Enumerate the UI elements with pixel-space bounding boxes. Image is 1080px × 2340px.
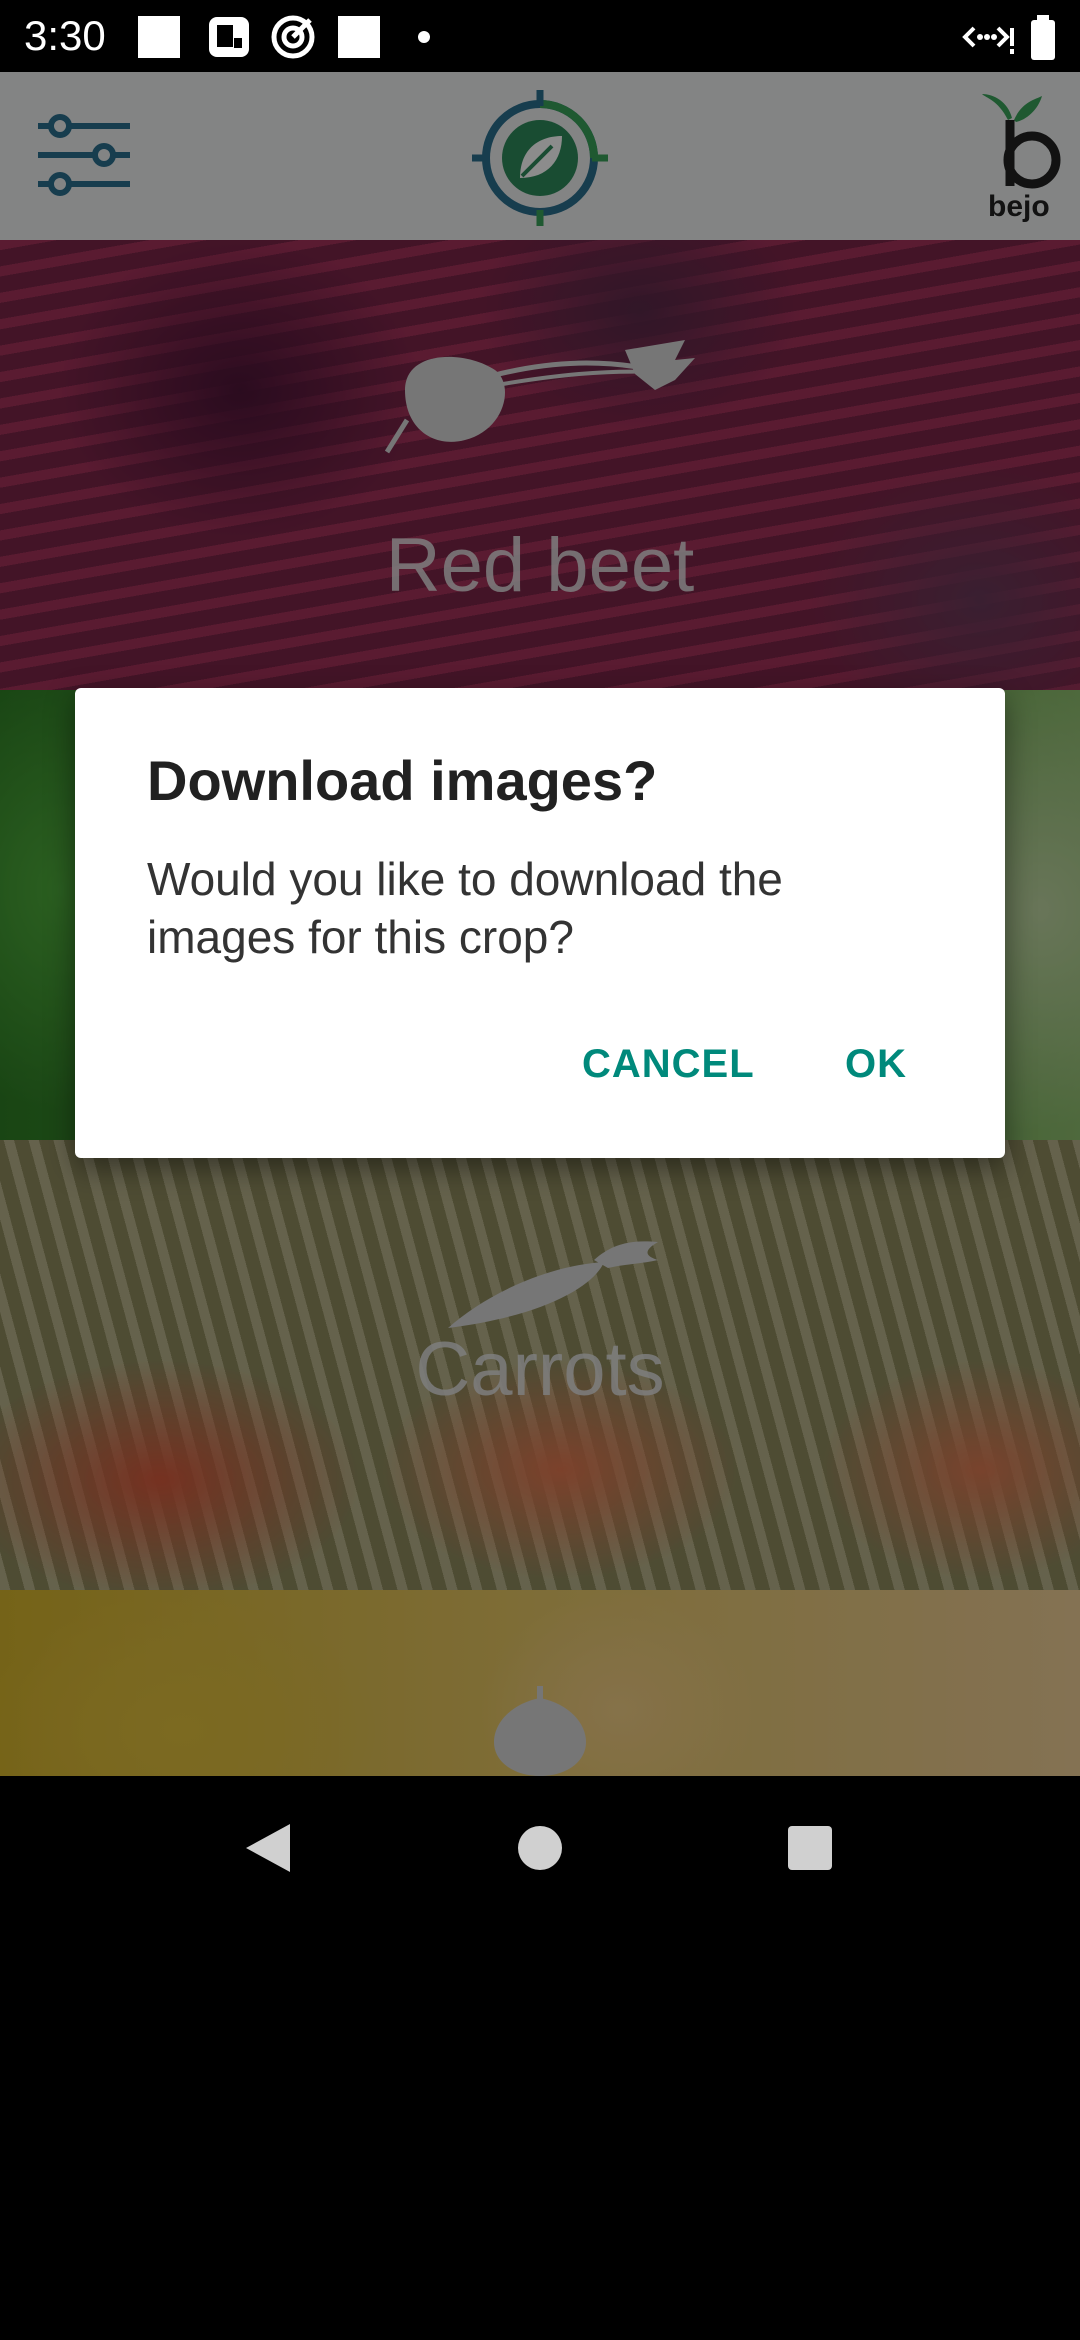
navigation-bar	[0, 1776, 1080, 1920]
notification-square-icon	[138, 16, 180, 58]
dialog-message: Would you like to download the images fo…	[147, 853, 783, 963]
battery-icon	[1031, 15, 1055, 60]
news-app-icon	[209, 17, 249, 57]
cancel-button[interactable]: CANCEL	[570, 1036, 767, 1092]
target-app-icon	[271, 15, 315, 59]
notification-square-icon-2	[338, 16, 380, 58]
data-signal-icon	[962, 26, 1014, 54]
more-notifications-dot-icon	[418, 31, 430, 43]
dialog-title: Download images?	[147, 749, 658, 812]
recents-icon[interactable]	[738, 1776, 882, 1920]
download-images-dialog: Download images? Would you like to downl…	[75, 688, 1005, 1158]
back-icon[interactable]	[196, 1776, 340, 1920]
ok-button[interactable]: OK	[833, 1036, 919, 1092]
status-bar: 3:30	[0, 0, 1080, 72]
home-icon[interactable]	[468, 1776, 612, 1920]
status-time: 3:30	[24, 12, 106, 59]
screen: 3:30 bejo Red beet Carrots Download imag…	[0, 0, 1080, 2340]
